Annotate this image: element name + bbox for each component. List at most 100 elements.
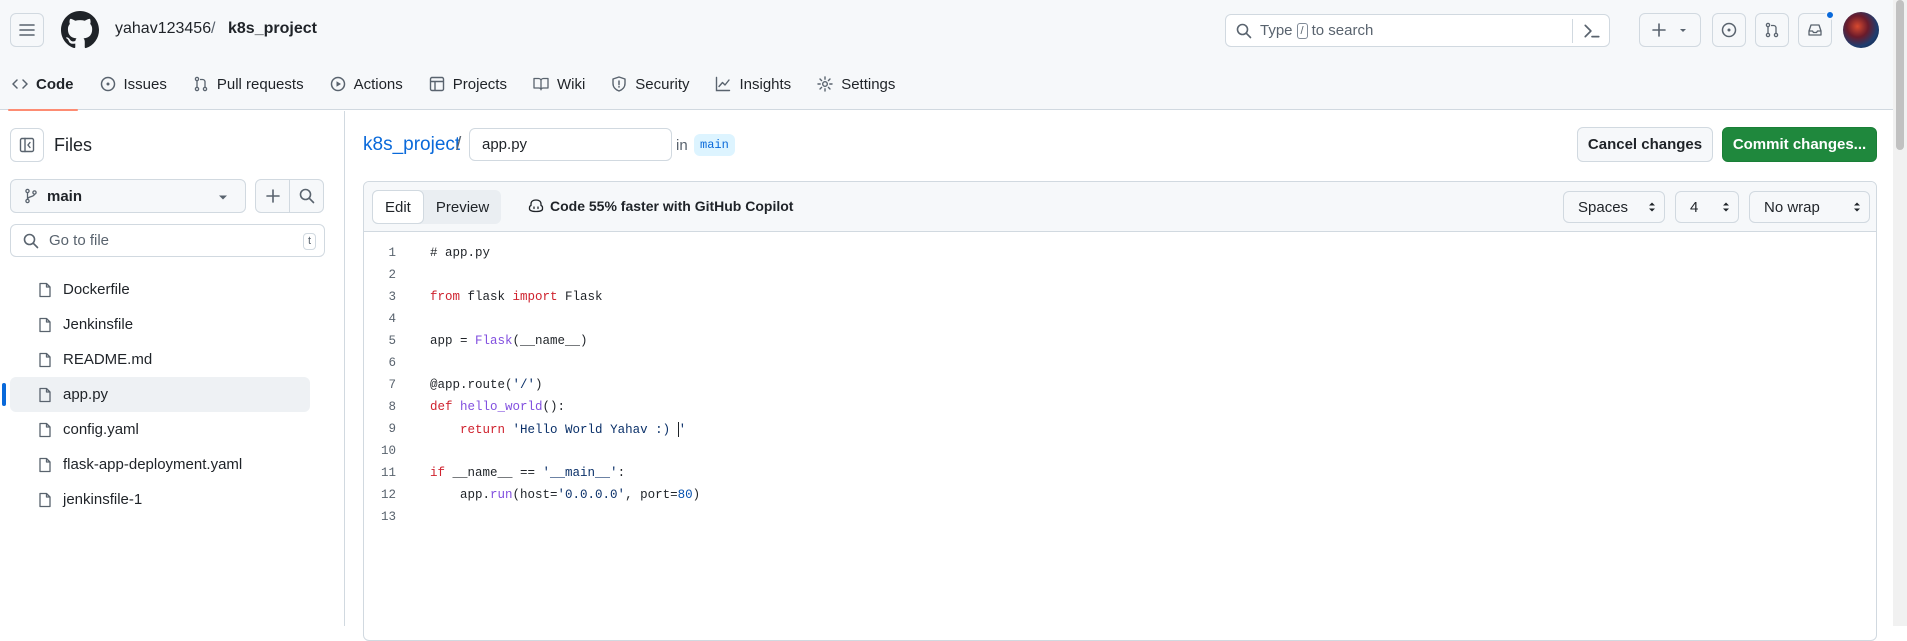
code-line[interactable]: 5 app = Flask(__name__) [364, 330, 700, 352]
code-line[interactable]: 10 [364, 440, 700, 462]
tab-insights[interactable]: Insights [703, 62, 803, 106]
editor-toolbar: Edit Preview Code 55% faster with GitHub… [364, 182, 1876, 232]
code-content[interactable]: 1 # app.py 2 3 from flask import Flask 4 5 app … [364, 242, 700, 528]
file-item-app-py[interactable]: app.py [2, 377, 310, 412]
file-item-jenkinsfile-1[interactable]: jenkinsfile-1 [10, 482, 310, 517]
code-token: (__name__) [512, 334, 588, 348]
code-line[interactable]: 12 app.run(host='0.0.0.0', port=80) [364, 484, 700, 506]
line-number: 5 [388, 334, 396, 348]
file-icon [39, 492, 51, 507]
code-token: def [430, 400, 453, 414]
file-icon [39, 352, 51, 367]
code-token: Flask [475, 334, 513, 348]
tab-edit[interactable]: Edit [372, 190, 424, 224]
code-token: hello_world [460, 400, 543, 414]
tab-actions-label: Actions [353, 75, 403, 93]
line-number: 7 [388, 378, 396, 392]
tab-projects[interactable]: Projects [417, 62, 519, 106]
open-menu-button[interactable] [10, 13, 44, 47]
code-token: 80 [677, 488, 693, 502]
tab-issues[interactable]: Issues [88, 62, 179, 106]
play-icon [330, 76, 345, 92]
tab-code[interactable]: Code [0, 62, 86, 111]
search-divider [1572, 19, 1573, 43]
line-number: 3 [388, 290, 396, 304]
sidebar-title: Files [54, 135, 93, 155]
code-token: @app.route( [430, 378, 513, 392]
file-name: app.py [63, 386, 109, 403]
tab-projects-label: Projects [452, 75, 507, 93]
code-line[interactable]: 7 @app.route('/') [364, 374, 700, 396]
branch-selector[interactable]: main [10, 179, 246, 213]
code-line[interactable]: 11 if __name__ == '__main__': [364, 462, 700, 484]
copilot-promo[interactable]: Code 55% faster with GitHub Copilot [528, 198, 793, 214]
code-line[interactable]: 13 [364, 506, 700, 528]
collapse-sidebar-button[interactable] [10, 128, 44, 162]
plus-icon [265, 189, 280, 203]
plus-icon [1652, 23, 1666, 37]
search-input[interactable]: Type / to search [1225, 14, 1610, 47]
git-branch-icon [25, 188, 37, 204]
file-item-flask-app-deployment[interactable]: flask-app-deployment.yaml [10, 447, 310, 482]
file-item-config-yaml[interactable]: config.yaml [10, 412, 310, 447]
code-line-text: if __name__ == '__main__': [430, 466, 625, 480]
code-token: # app.py [430, 246, 491, 260]
file-item-dockerfile[interactable]: Dockerfile [10, 272, 310, 307]
line-number: 13 [380, 510, 396, 524]
code-line[interactable]: 3 from flask import Flask [364, 286, 700, 308]
go-to-file-input[interactable]: Go to file t [10, 224, 325, 257]
code-line-text: from flask import Flask [430, 290, 603, 304]
breadcrumb-owner[interactable]: yahav123456 [115, 20, 211, 38]
cancel-changes-button[interactable]: Cancel changes [1577, 127, 1713, 162]
filename-input[interactable]: app.py [469, 128, 672, 161]
tab-pull-requests-label: Pull requests [216, 75, 304, 93]
github-logo-icon[interactable] [61, 11, 99, 49]
tab-insights-label: Insights [739, 75, 792, 93]
tab-wiki[interactable]: Wiki [521, 62, 597, 106]
code-token: __name__ == [445, 466, 543, 480]
your-issues-button[interactable] [1712, 13, 1746, 47]
file-item-readme[interactable]: README.md [10, 342, 310, 377]
line-number: 12 [380, 488, 396, 502]
code-line[interactable]: 4 [364, 308, 700, 330]
code-token: 'Hello World Yahav :) [512, 422, 678, 437]
triangle-down-icon [219, 195, 227, 200]
code-line[interactable]: 2 [364, 264, 700, 286]
code-line[interactable]: 6 [364, 352, 700, 374]
wrap-mode-select[interactable]: No wrap [1749, 191, 1870, 223]
file-icon [39, 317, 51, 332]
code-token: app. [430, 488, 491, 502]
code-editor: Edit Preview Code 55% faster with GitHub… [363, 181, 1877, 641]
commit-changes-button[interactable]: Commit changes... [1722, 127, 1877, 162]
tab-pull-requests[interactable]: Pull requests [181, 62, 316, 106]
code-token: ) [535, 378, 543, 392]
file-item-jenkinsfile[interactable]: Jenkinsfile [10, 307, 310, 342]
line-number: 8 [388, 400, 396, 414]
tab-issues-label: Issues [123, 75, 167, 93]
scrollbar-thumb[interactable] [1896, 0, 1904, 150]
file-path-repo-link[interactable]: k8s_project [363, 134, 460, 156]
search-files-button[interactable] [289, 179, 324, 213]
indent-mode-select[interactable]: Spaces [1563, 191, 1665, 223]
graph-icon [716, 76, 731, 92]
go-to-file-shortcut: t [302, 233, 316, 250]
add-file-button[interactable] [255, 179, 290, 213]
command-palette-icon[interactable] [1583, 22, 1601, 40]
breadcrumb-repo[interactable]: k8s_project [228, 20, 317, 38]
page-scrollbar[interactable] [1893, 0, 1907, 626]
tab-settings[interactable]: Settings [805, 62, 907, 106]
file-icon [39, 457, 51, 472]
create-new-button[interactable] [1639, 13, 1701, 47]
indent-size-select[interactable]: 4 [1675, 191, 1739, 223]
code-line[interactable]: 8 def hello_world(): [364, 396, 700, 418]
code-line[interactable]: 1 # app.py [364, 242, 700, 264]
tab-preview[interactable]: Preview [424, 190, 501, 224]
tab-security[interactable]: Security [599, 62, 701, 106]
user-avatar[interactable] [1843, 12, 1879, 48]
code-line[interactable]: 9 return 'Hello World Yahav :) ' [364, 418, 700, 440]
tab-actions[interactable]: Actions [318, 62, 415, 106]
git-pull-request-icon [1765, 22, 1779, 38]
tab-code-label: Code [36, 75, 74, 93]
your-pull-requests-button[interactable] [1755, 13, 1789, 47]
indent-size-value: 4 [1690, 198, 1699, 216]
